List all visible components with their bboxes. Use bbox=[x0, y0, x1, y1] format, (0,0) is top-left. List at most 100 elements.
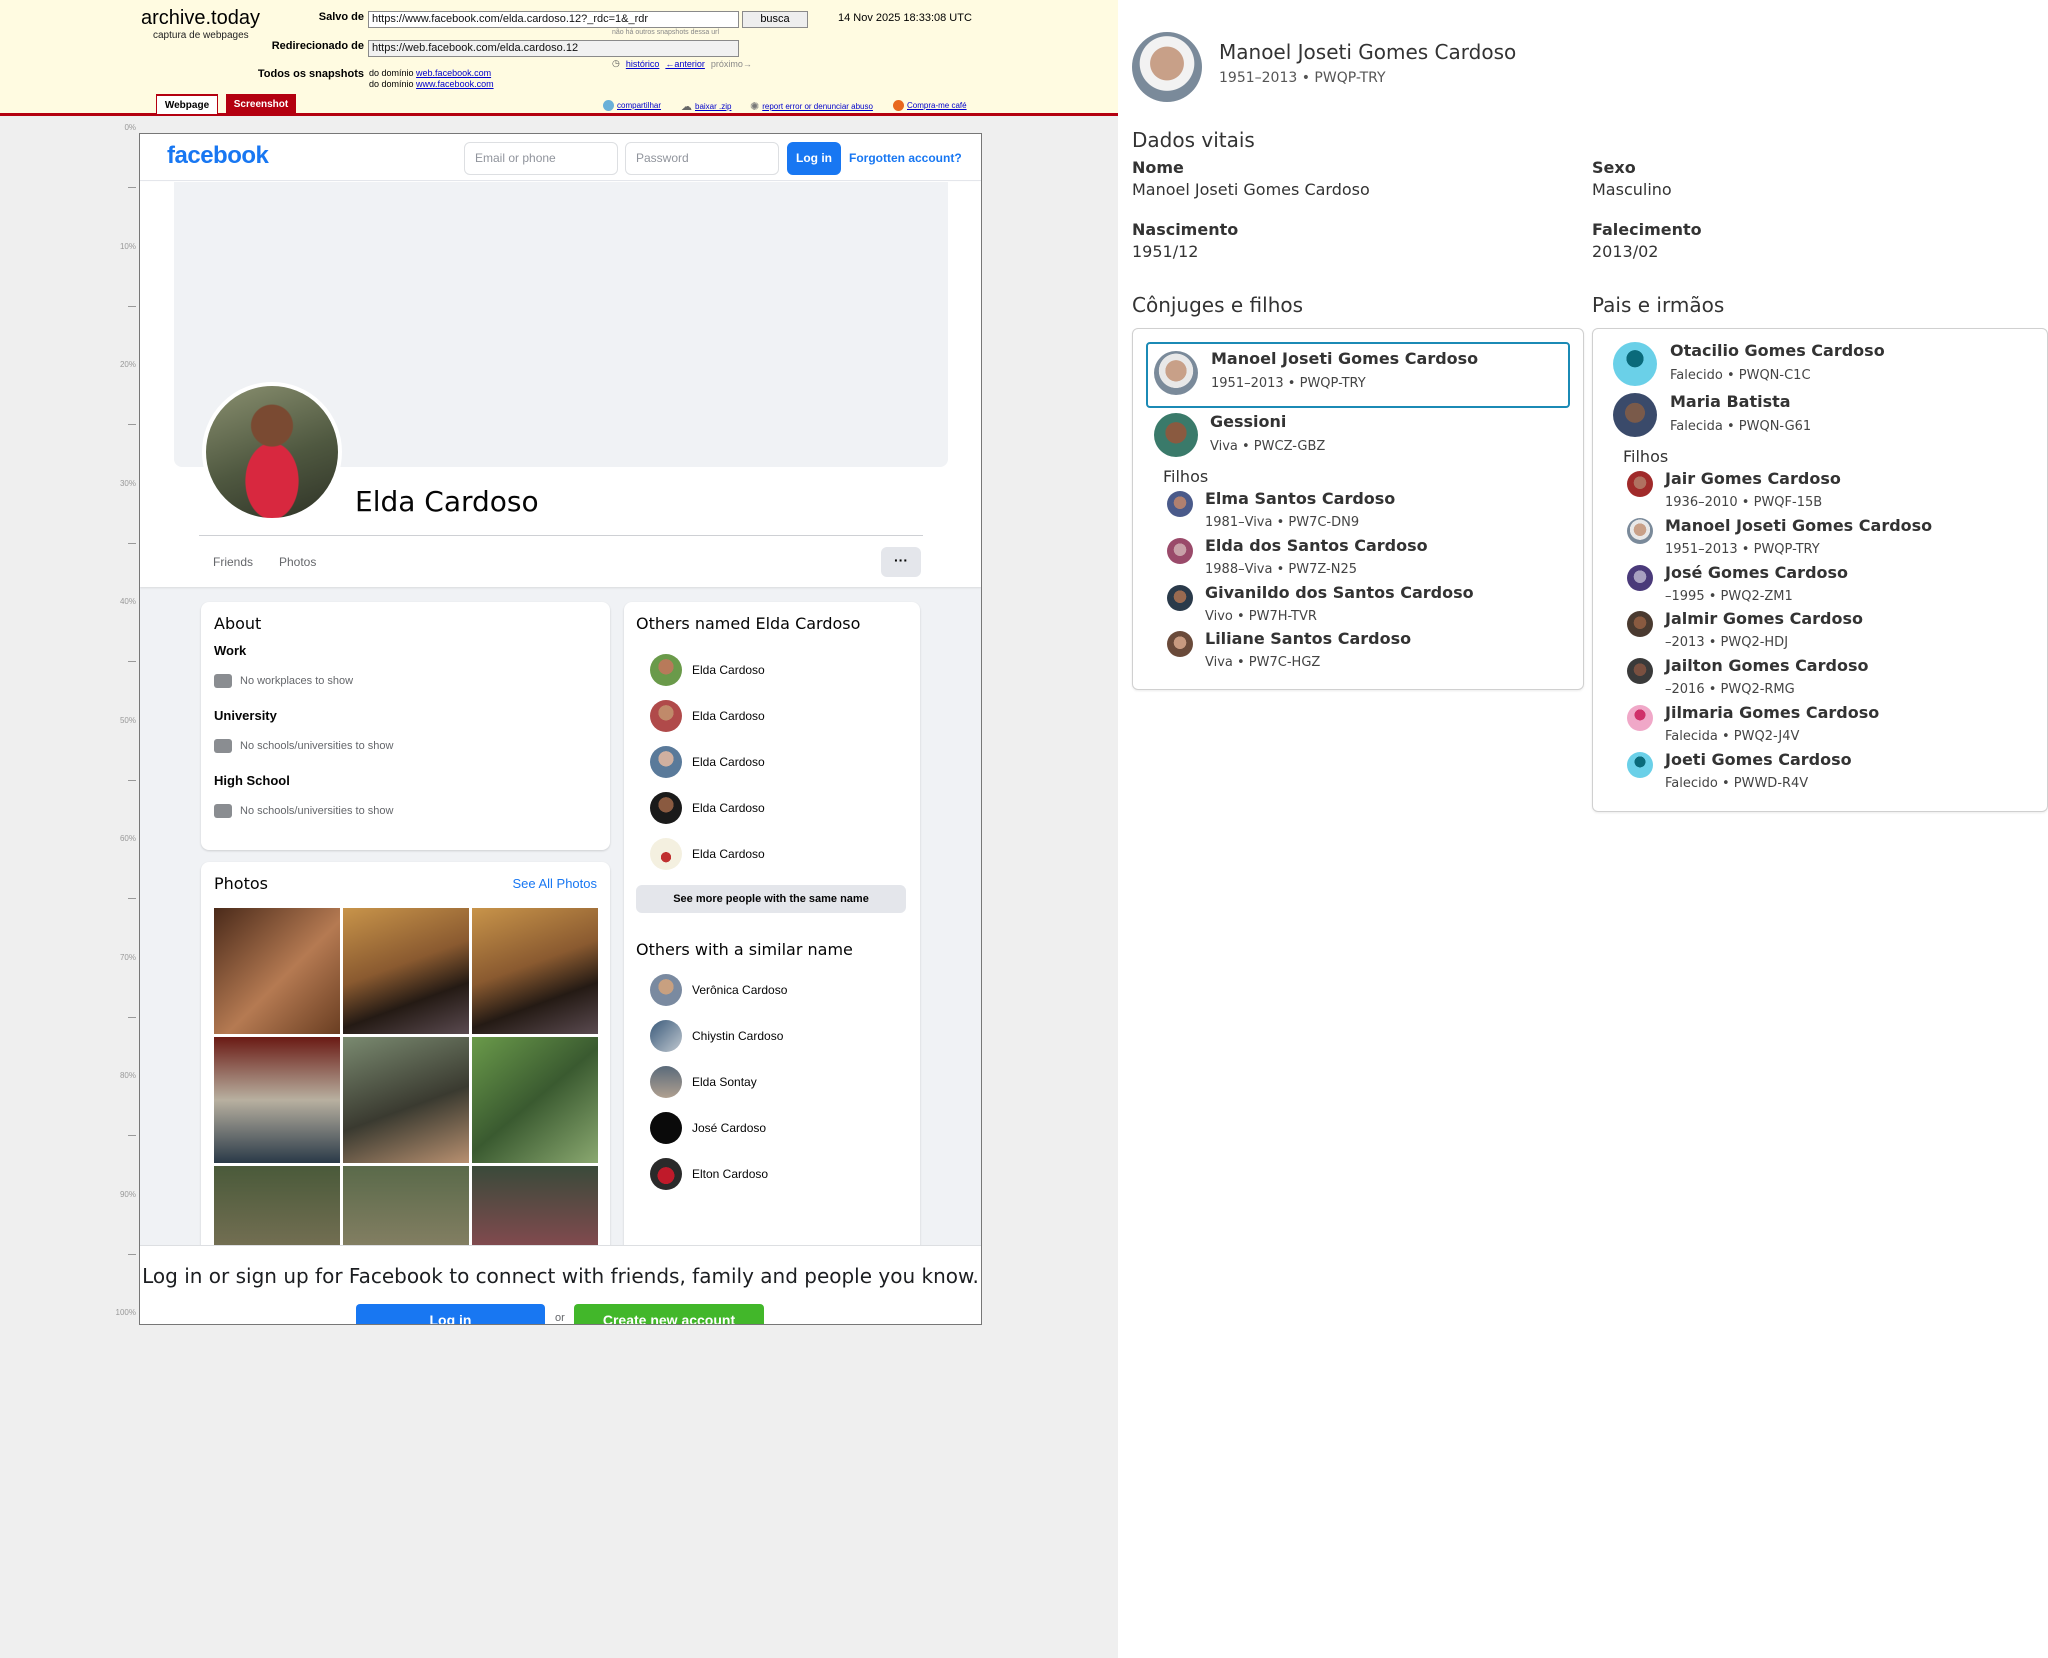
sibling-name[interactable]: Jailton Gomes Cardoso bbox=[1665, 656, 1868, 675]
banner-login-button[interactable]: Log in bbox=[356, 1304, 545, 1324]
snapshot-nav: ◷ histórico ←anterior próximo→ bbox=[612, 58, 752, 69]
password-field[interactable]: Password bbox=[625, 142, 779, 175]
about-card: About Work No workplaces to show Univers… bbox=[201, 602, 610, 850]
domain-link-www[interactable]: www.facebook.com bbox=[416, 79, 494, 89]
child-meta: Viva • PW7C-HGZ bbox=[1205, 655, 1321, 670]
search-button[interactable]: busca bbox=[742, 11, 808, 28]
photo-thumbnail[interactable] bbox=[343, 1037, 469, 1163]
ruler-tick bbox=[128, 1135, 136, 1137]
create-account-button[interactable]: Create new account bbox=[574, 1304, 764, 1324]
sibling-name[interactable]: Manoel Joseti Gomes Cardoso bbox=[1665, 516, 1932, 535]
similar-name-item[interactable]: Elda Sontay bbox=[650, 1066, 757, 1098]
sibling-name[interactable]: Jair Gomes Cardoso bbox=[1665, 469, 1841, 488]
sibling-avatar bbox=[1627, 471, 1653, 497]
death-value: 2013/02 bbox=[1592, 242, 1659, 261]
sibling-name[interactable]: Jilmaria Gomes Cardoso bbox=[1665, 703, 1879, 722]
tab-screenshot[interactable]: Screenshot bbox=[226, 94, 296, 114]
report-action[interactable]: ✺ report error or denunciar abuso bbox=[750, 100, 873, 113]
ruler-label: 40% bbox=[119, 597, 136, 606]
others-named-item[interactable]: Elda Cardoso bbox=[650, 746, 765, 778]
domain-link-web[interactable]: web.facebook.com bbox=[416, 68, 491, 78]
person-avatar bbox=[650, 1066, 682, 1098]
domain-row-2: do domínio www.facebook.com bbox=[369, 79, 494, 89]
others-named-item[interactable]: Elda Cardoso bbox=[650, 838, 765, 870]
saved-from-label: Salvo de bbox=[318, 11, 364, 23]
share-link[interactable]: compartilhar bbox=[617, 101, 661, 110]
parents-title: Pais e irmãos bbox=[1592, 293, 1725, 317]
signup-message: Log in or sign up for Facebook to connec… bbox=[142, 1264, 979, 1288]
person-avatar bbox=[650, 1020, 682, 1052]
previous-link[interactable]: ←anterior bbox=[665, 59, 705, 69]
photo-thumbnail[interactable] bbox=[343, 908, 469, 1034]
sibling-name[interactable]: José Gomes Cardoso bbox=[1665, 563, 1848, 582]
photos-title: Photos bbox=[214, 874, 268, 893]
work-label: Work bbox=[214, 643, 247, 658]
mother-name[interactable]: Maria Batista bbox=[1670, 392, 1791, 411]
child-name[interactable]: Elda dos Santos Cardoso bbox=[1205, 536, 1428, 555]
download-link[interactable]: baixar .zip bbox=[695, 102, 731, 111]
child-name[interactable]: Givanildo dos Santos Cardoso bbox=[1205, 583, 1474, 602]
tab-friends[interactable]: Friends bbox=[213, 555, 253, 569]
sibling-name[interactable]: Joeti Gomes Cardoso bbox=[1665, 750, 1852, 769]
child-name[interactable]: Liliane Santos Cardoso bbox=[1205, 629, 1411, 648]
briefcase-icon bbox=[214, 674, 232, 688]
work-empty-text: No workplaces to show bbox=[240, 675, 354, 687]
others-named-title: Others named Elda Cardoso bbox=[636, 614, 861, 633]
others-named-item[interactable]: Elda Cardoso bbox=[650, 792, 765, 824]
similar-name-item[interactable]: Verônica Cardoso bbox=[650, 974, 787, 1006]
person-name: Elda Cardoso bbox=[692, 847, 765, 861]
share-action[interactable]: compartilhar bbox=[603, 100, 661, 111]
photo-thumbnail[interactable] bbox=[214, 1037, 340, 1163]
similar-name-title: Others with a similar name bbox=[636, 940, 853, 959]
person-portrait[interactable] bbox=[1132, 32, 1202, 102]
photo-thumbnail[interactable] bbox=[472, 908, 598, 1034]
see-more-people-button[interactable]: See more people with the same name bbox=[636, 885, 906, 913]
redirected-url-field[interactable]: https://web.facebook.com/elda.cardoso.12 bbox=[368, 40, 739, 57]
person-name: José Cardoso bbox=[692, 1121, 767, 1135]
forgot-account-link[interactable]: Forgotten account? bbox=[849, 142, 962, 175]
person-name: Elda Cardoso bbox=[692, 801, 765, 815]
person-name: Chiystin Cardoso bbox=[692, 1029, 784, 1043]
similar-name-item[interactable]: José Cardoso bbox=[650, 1112, 766, 1144]
coffee-link[interactable]: Compra-me café bbox=[907, 101, 967, 110]
photo-thumbnail[interactable] bbox=[472, 1037, 598, 1163]
report-link[interactable]: report error or denunciar abuso bbox=[762, 102, 873, 111]
others-named-item[interactable]: Elda Cardoso bbox=[650, 654, 765, 686]
or-separator: or bbox=[555, 1312, 565, 1324]
ruler-label: 70% bbox=[119, 952, 136, 962]
ruler-tick bbox=[128, 1253, 136, 1255]
child-name[interactable]: Elma Santos Cardoso bbox=[1205, 489, 1395, 508]
husband-name[interactable]: Manoel Joseti Gomes Cardoso bbox=[1211, 349, 1478, 368]
more-options-button[interactable]: ··· bbox=[881, 547, 921, 577]
husband-avatar bbox=[1154, 351, 1198, 395]
similar-name-item[interactable]: Chiystin Cardoso bbox=[650, 1020, 783, 1052]
wife-name[interactable]: Gessioni bbox=[1210, 412, 1286, 431]
email-field[interactable]: Email or phone bbox=[464, 142, 618, 175]
tab-photos[interactable]: Photos bbox=[279, 555, 316, 569]
coffee-action[interactable]: Compra-me café bbox=[893, 100, 967, 111]
ruler-label: 100% bbox=[115, 1308, 136, 1317]
saved-url-field[interactable]: https://www.facebook.com/elda.cardoso.12… bbox=[368, 11, 739, 28]
all-snapshots-label: Todos os snapshots bbox=[257, 68, 364, 80]
father-name[interactable]: Otacilio Gomes Cardoso bbox=[1670, 341, 1885, 360]
share-icon bbox=[603, 100, 614, 111]
ruler-label: 10% bbox=[119, 241, 136, 251]
profile-avatar[interactable] bbox=[202, 382, 342, 522]
see-all-photos-link[interactable]: See All Photos bbox=[512, 876, 597, 891]
similar-name-item[interactable]: Elton Cardoso bbox=[650, 1158, 768, 1190]
sibling-meta: –1995 • PWQ2-ZM1 bbox=[1665, 589, 1793, 604]
others-named-item[interactable]: Elda Cardoso bbox=[650, 700, 765, 732]
redirected-label: Redirecionado de bbox=[271, 40, 364, 52]
person-avatar bbox=[650, 974, 682, 1006]
profile-name: Elda Cardoso bbox=[355, 485, 539, 518]
facebook-logo[interactable]: facebook bbox=[167, 142, 269, 170]
ruler-label: 30% bbox=[119, 478, 136, 488]
photo-thumbnail[interactable] bbox=[214, 908, 340, 1034]
history-link[interactable]: histórico bbox=[626, 59, 660, 69]
download-action[interactable]: ☁ baixar .zip bbox=[681, 100, 731, 113]
tab-webpage[interactable]: Webpage bbox=[156, 94, 218, 114]
children-label: Filhos bbox=[1163, 467, 1209, 486]
child-avatar bbox=[1167, 491, 1193, 517]
header-login-button[interactable]: Log in bbox=[787, 142, 841, 175]
sibling-name[interactable]: Jalmir Gomes Cardoso bbox=[1665, 609, 1863, 628]
